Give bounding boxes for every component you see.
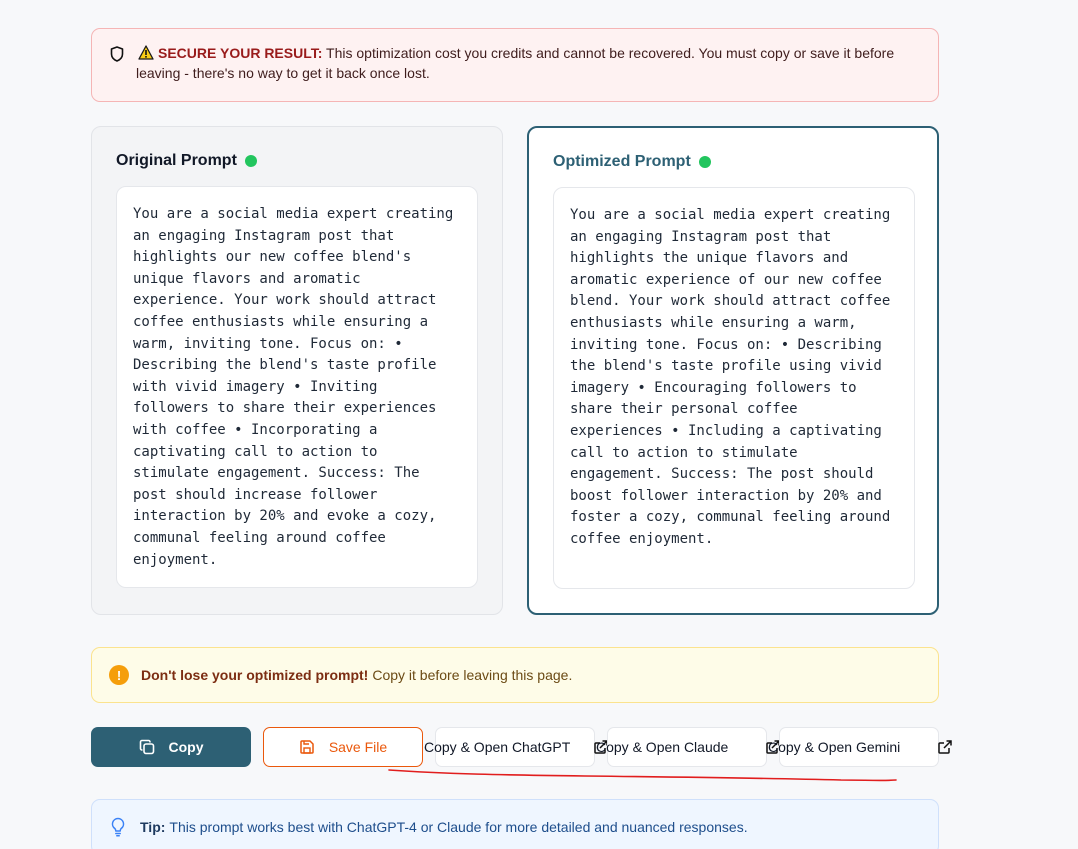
reminder-bold: Don't lose your optimized prompt! [141, 667, 369, 683]
claude-label: Copy & Open Claude [596, 739, 729, 755]
banner-text: SECURE YOUR RESULT: This optimization co… [136, 43, 926, 83]
status-dot [244, 155, 257, 167]
external-link-icon [938, 740, 952, 754]
status-dot [698, 156, 711, 168]
copy-icon [139, 739, 154, 755]
save-icon [300, 740, 314, 754]
exclamation-icon: ! [109, 665, 129, 685]
original-prompt-panel: Original Prompt You are a social media e… [91, 126, 503, 615]
optimized-prompt-panel: Optimized Prompt You are a social media … [527, 126, 939, 615]
original-prompt-title-label: Original Prompt [116, 152, 237, 169]
gemini-label: Copy & Open Gemini [768, 739, 901, 755]
optimized-prompt-title-label: Optimized Prompt [553, 153, 691, 170]
tip-text: This prompt works best with ChatGPT-4 or… [169, 819, 748, 835]
copy-open-claude-button[interactable]: Copy & Open Claude [596, 727, 780, 767]
banner-title: SECURE YOUR RESULT: [158, 45, 323, 61]
optimized-prompt-text[interactable]: You are a social media expert creating a… [553, 187, 915, 589]
chatgpt-label: Copy & Open ChatGPT [424, 739, 571, 755]
reminder-text: Copy it before leaving this page. [372, 667, 573, 683]
optimized-prompt-title: Optimized Prompt [553, 153, 711, 171]
save-file-button[interactable]: Save File [263, 727, 423, 767]
copy-button-label: Copy [168, 739, 204, 755]
lightbulb-icon [111, 817, 125, 837]
tip-banner: Tip: This prompt works best with ChatGPT… [91, 799, 939, 849]
annotation-underline [388, 769, 897, 782]
shield-icon [110, 46, 124, 62]
copy-reminder: ! Don't lose your optimized prompt! Copy… [91, 647, 939, 703]
copy-open-chatgpt-button[interactable]: Copy & Open ChatGPT [424, 727, 608, 767]
copy-button[interactable]: Copy [91, 727, 251, 767]
save-file-label: Save File [328, 739, 388, 755]
tip-label: Tip: [140, 819, 166, 835]
copy-open-gemini-button[interactable]: Copy & Open Gemini [768, 727, 952, 767]
original-prompt-title: Original Prompt [116, 152, 257, 170]
original-prompt-text[interactable]: You are a social media expert creating a… [116, 186, 478, 588]
secure-result-banner: SECURE YOUR RESULT: This optimization co… [91, 28, 939, 102]
